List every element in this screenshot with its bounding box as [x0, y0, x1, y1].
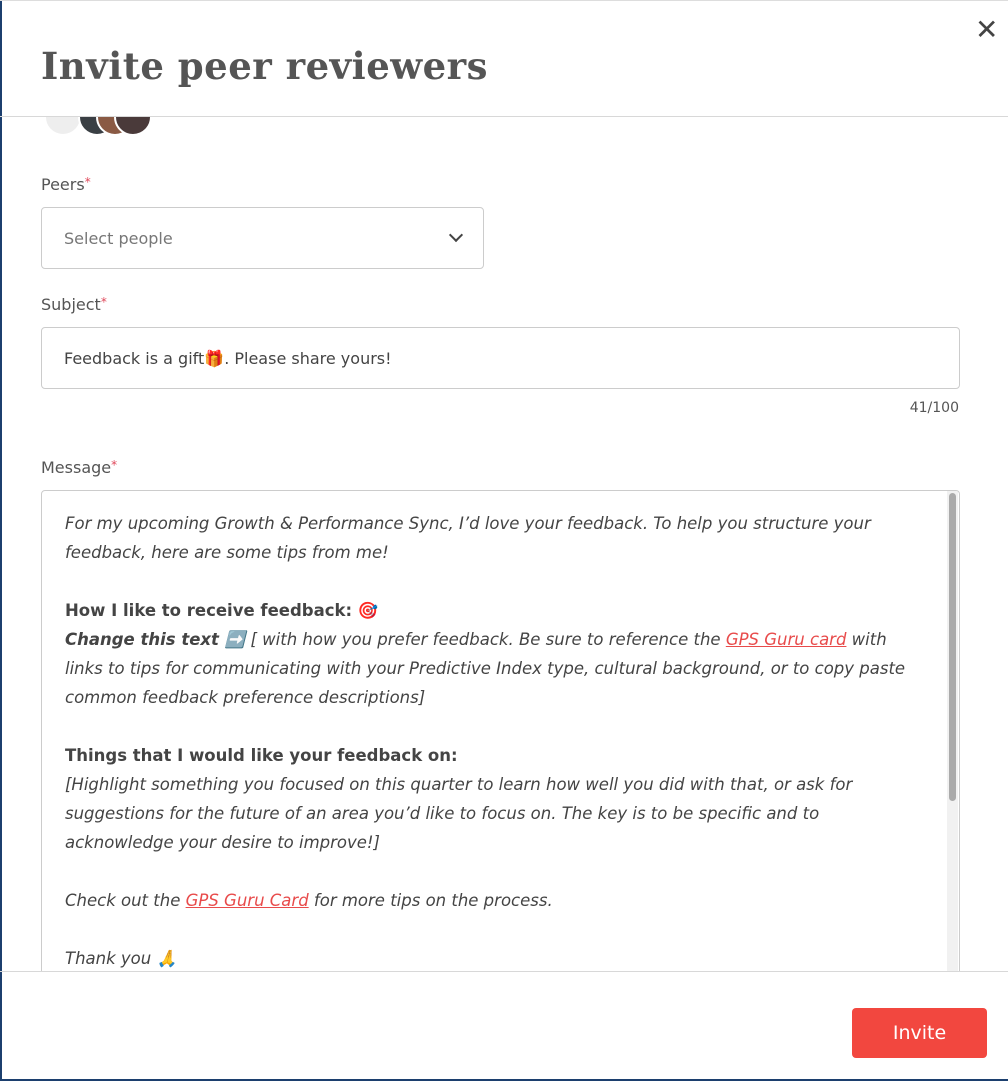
modal-title: Invite peer reviewers — [41, 44, 488, 88]
message-heading-preferences: How I like to receive feedback: 🎯 — [65, 601, 379, 620]
gps-guru-card-link-2[interactable]: GPS Guru Card — [186, 891, 309, 910]
subject-value: Feedback is a gift🎁. Please share yours! — [64, 348, 392, 368]
chevron-down-icon — [448, 227, 464, 243]
message-thanks: Thank you 🙏 — [65, 949, 178, 968]
header-divider — [0, 116, 1008, 117]
invite-button[interactable]: Invite — [852, 1008, 987, 1058]
peers-label: Peers* — [41, 175, 91, 194]
gps-guru-card-link[interactable]: GPS Guru card — [726, 630, 847, 649]
footer-divider — [0, 971, 1008, 972]
scrollbar-thumb[interactable] — [949, 493, 956, 801]
message-intro: For my upcoming Growth & Performance Syn… — [65, 514, 871, 562]
divider — [0, 0, 1008, 1]
subject-char-counter: 41/100 — [909, 400, 959, 416]
subject-input[interactable]: Feedback is a gift🎁. Please share yours! — [41, 327, 960, 389]
peers-placeholder: Select people — [64, 228, 173, 248]
avatar — [114, 116, 152, 136]
message-heading-topics: Things that I would like your feedback o… — [65, 746, 458, 765]
subject-label: Subject* — [41, 295, 107, 314]
message-check-out: Check out the GPS Guru Card for more tip… — [65, 891, 553, 910]
avatar-group — [44, 116, 154, 136]
message-preferences-text: Change this text ➡️ [ with how you prefe… — [65, 630, 906, 707]
message-label: Message* — [41, 458, 118, 477]
message-scrollbar[interactable] — [947, 491, 958, 971]
message-topics-text: [Highlight something you focused on this… — [65, 775, 853, 852]
close-icon[interactable]: ✕ — [975, 16, 998, 44]
peers-select[interactable]: Select people — [41, 207, 484, 269]
message-textarea[interactable]: For my upcoming Growth & Performance Syn… — [41, 490, 960, 972]
window-edge — [0, 0, 2, 1081]
avatar — [44, 116, 82, 136]
